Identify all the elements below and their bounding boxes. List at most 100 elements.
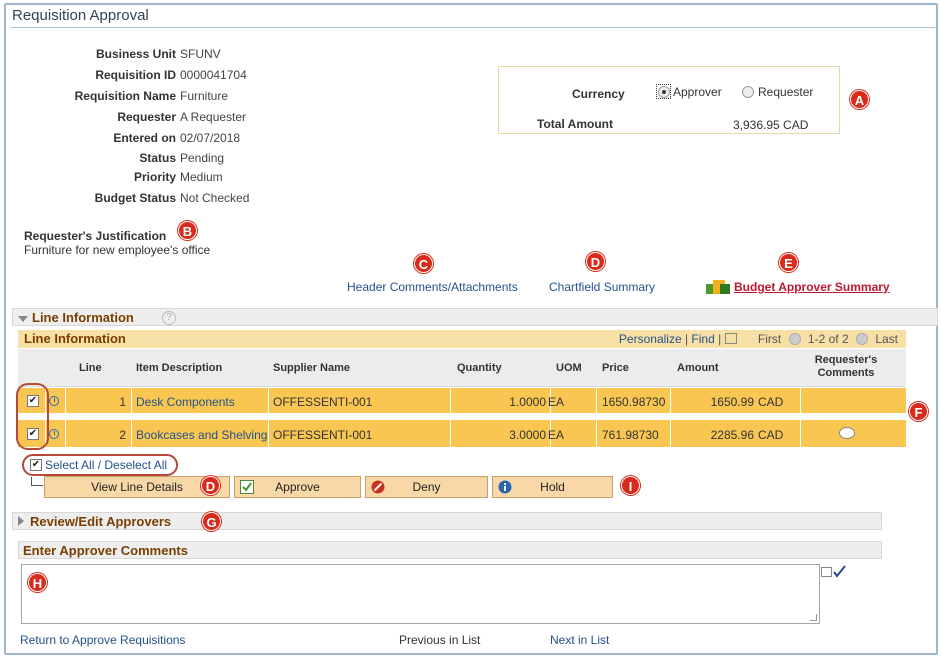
hold-button[interactable]: Hold — [492, 476, 613, 498]
row-currency: CAD — [758, 428, 784, 442]
approve-label: Approve — [275, 480, 320, 494]
budget-status-label: Budget Status — [94, 191, 176, 205]
requester-value: A Requester — [180, 110, 247, 124]
budget-approver-summary-link[interactable]: Budget Approver Summary — [734, 280, 890, 294]
field-budget-status: Budget Status Not Checked — [0, 191, 250, 205]
row-supplier: OFFESSENTI-001 — [273, 428, 373, 442]
grid-range: 1-2 of 2 — [807, 332, 849, 346]
deny-button[interactable]: Deny — [365, 476, 488, 498]
find-link[interactable]: Find — [691, 332, 714, 346]
row-price: 761.98730 — [602, 428, 659, 442]
next-in-list-link[interactable]: Next in List — [550, 633, 609, 647]
col-divider — [670, 420, 671, 447]
col-supplier-name[interactable]: Supplier Name — [273, 362, 350, 374]
checkmark-icon — [240, 480, 254, 494]
radio-requester-label: Requester — [758, 85, 814, 99]
callout-h: H — [28, 573, 47, 592]
tree-connector — [31, 477, 43, 486]
prev-arrow-icon[interactable] — [788, 333, 801, 345]
field-requisition-name: Requisition Name Furniture — [0, 89, 228, 103]
row-item-description[interactable]: Bookcases and Shelving — [136, 428, 267, 442]
currency-label: Currency — [572, 87, 625, 101]
personalize-link[interactable]: Personalize — [619, 332, 682, 346]
review-approvers-title[interactable]: Review/Edit Approvers — [18, 514, 171, 529]
budget-summary-icon — [706, 278, 730, 294]
col-divider — [131, 420, 132, 447]
row-price: 1650.98730 — [602, 395, 666, 409]
col-divider — [800, 420, 801, 447]
justification-text: Furniture for new employee's office — [24, 243, 211, 257]
previous-in-list-link[interactable]: Previous in List — [399, 633, 480, 647]
approve-button[interactable]: Approve — [234, 476, 361, 498]
callout-b: B — [178, 221, 197, 240]
requisition-id-value: 0000041704 — [180, 68, 247, 82]
select-all-link[interactable]: Select All / Deselect All — [45, 458, 167, 472]
col-quantity[interactable]: Quantity — [457, 362, 502, 374]
spellcheck-icon[interactable] — [821, 565, 847, 579]
page-title: Requisition Approval — [12, 7, 149, 24]
comment-icon[interactable] — [839, 427, 855, 439]
expand-icon — [18, 516, 24, 526]
col-line[interactable]: Line — [79, 362, 102, 374]
radio-approver[interactable] — [658, 86, 670, 98]
hold-label: Hold — [540, 480, 565, 494]
clock-icon[interactable] — [49, 429, 59, 439]
table-row: ✔ 2 Bookcases and Shelving OFFESSENTI-00… — [18, 420, 906, 448]
row-amount: 2285.96 — [710, 428, 754, 442]
field-requisition-id: Requisition ID 0000041704 — [0, 68, 246, 82]
view-all-icon[interactable] — [724, 333, 737, 344]
row-item-description[interactable]: Desk Components — [136, 395, 235, 409]
priority-value: Medium — [180, 170, 223, 184]
row-amount: 1650.99 — [710, 395, 754, 409]
grid-title-bar: Line Information Personalize | Find | Fi… — [18, 330, 906, 348]
chartfield-summary-link[interactable]: Chartfield Summary — [549, 280, 655, 294]
row-currency: CAD — [758, 395, 784, 409]
review-approvers-title-text: Review/Edit Approvers — [30, 514, 172, 529]
clock-icon[interactable] — [49, 396, 59, 406]
header-comments-link[interactable]: Header Comments/Attachments — [347, 280, 518, 294]
radio-requester[interactable] — [742, 86, 754, 98]
help-icon[interactable]: ? — [162, 311, 176, 325]
col-item-description[interactable]: Item Description — [136, 362, 222, 374]
col-uom[interactable]: UOM — [556, 362, 582, 374]
radio-approver-label: Approver — [673, 85, 722, 99]
table-row: ✔ 1 Desk Components OFFESSENTI-001 1.000… — [18, 388, 906, 414]
callout-i: I — [621, 476, 640, 495]
col-divider — [268, 420, 269, 447]
callout-d: D — [201, 476, 220, 495]
row-quantity: 1.0000 — [509, 395, 546, 409]
total-amount-label: Total Amount — [537, 117, 613, 131]
col-divider — [596, 420, 597, 447]
return-to-approve-requisitions-link[interactable]: Return to Approve Requisitions — [20, 633, 185, 647]
field-business-unit: Business Unit SFUNV — [0, 47, 221, 61]
row-line: 2 — [119, 428, 126, 442]
resize-handle[interactable] — [810, 614, 817, 621]
row-line: 1 — [119, 395, 126, 409]
col-price[interactable]: Price — [602, 362, 629, 374]
line-info-section-title[interactable]: Line Information — [18, 310, 134, 325]
line-info-section-bar[interactable]: Line Information ? — [12, 308, 938, 326]
select-all-checkbox[interactable]: ✔ — [30, 459, 42, 471]
requisition-id-label: Requisition ID — [95, 68, 176, 82]
first-label: First — [757, 332, 782, 346]
field-requester: Requester A Requester — [0, 110, 246, 124]
callout-g: G — [202, 512, 221, 531]
callout-f: F — [909, 402, 928, 421]
info-icon — [498, 480, 512, 494]
review-approvers-section-bar[interactable]: Review/Edit Approvers — [12, 512, 882, 530]
row-quantity: 3.0000 — [509, 428, 546, 442]
callout-a: A — [850, 90, 869, 109]
approver-comments-textarea[interactable] — [21, 564, 820, 624]
budget-status-value: Not Checked — [180, 191, 250, 205]
col-divider — [65, 420, 66, 447]
business-unit-label: Business Unit — [95, 47, 176, 61]
grid-header: Line Item Description Supplier Name Quan… — [18, 349, 906, 387]
col-amount[interactable]: Amount — [677, 362, 719, 374]
next-arrow-icon[interactable] — [855, 333, 868, 345]
deny-icon — [371, 480, 385, 494]
grid-navigation: Personalize | Find | First 1-2 of 2 Last — [618, 332, 898, 346]
requester-label: Requester — [117, 110, 176, 124]
approver-comments-title: Enter Approver Comments — [23, 543, 188, 558]
callout-d-top: D — [586, 252, 605, 271]
deny-label: Deny — [412, 480, 441, 494]
